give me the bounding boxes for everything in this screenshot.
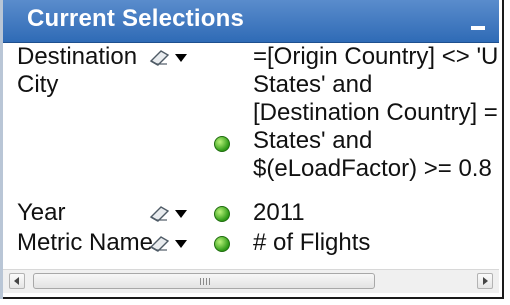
selection-value-line: $(eLoadFactor) >= 0.8 bbox=[253, 155, 492, 182]
selection-row-metric-name: Metric Name # of Flights bbox=[3, 229, 499, 257]
field-name-line-2: City bbox=[17, 71, 59, 98]
chevron-left-icon bbox=[14, 277, 19, 285]
dropdown-arrow-icon[interactable] bbox=[175, 54, 187, 62]
title-bar[interactable]: Current Selections bbox=[3, 0, 499, 43]
eraser-icon[interactable] bbox=[147, 233, 171, 253]
eraser-icon[interactable] bbox=[147, 47, 171, 67]
selection-value: 2011 bbox=[253, 199, 305, 226]
selection-value-line: States' and bbox=[253, 127, 373, 154]
current-selections-window: Current Selections Destination City =[Or… bbox=[0, 0, 504, 299]
selection-value: # of Flights bbox=[253, 229, 371, 256]
green-dot-icon bbox=[214, 206, 230, 222]
minimize-icon[interactable] bbox=[469, 14, 487, 32]
grip-line bbox=[203, 278, 204, 285]
dropdown-arrow-icon[interactable] bbox=[175, 210, 187, 218]
field-name-line-1: Destination bbox=[17, 43, 138, 70]
eraser-icon[interactable] bbox=[147, 203, 171, 223]
scroll-left-button[interactable] bbox=[9, 273, 25, 289]
green-dot-icon bbox=[214, 236, 230, 252]
dropdown-arrow-icon[interactable] bbox=[175, 240, 187, 248]
grip-line bbox=[209, 278, 210, 285]
green-dot-icon bbox=[214, 136, 230, 152]
field-name: Metric Name bbox=[17, 229, 154, 256]
scroll-right-button[interactable] bbox=[477, 273, 493, 289]
grip-line bbox=[206, 278, 207, 285]
field-name: Year bbox=[17, 199, 66, 226]
selection-row-destination-city: Destination City =[Origin Country] <> 'U… bbox=[3, 43, 499, 183]
selection-value-line: =[Origin Country] <> 'United bbox=[253, 43, 499, 70]
selection-value-line: [Destination Country] = 'United bbox=[253, 99, 499, 126]
selection-row-year: Year 2011 bbox=[3, 199, 499, 227]
scrollbar-thumb[interactable] bbox=[33, 273, 375, 289]
selections-list: Destination City =[Origin Country] <> 'U… bbox=[3, 43, 499, 258]
panel-title: Current Selections bbox=[27, 5, 244, 32]
grip-line bbox=[200, 278, 201, 285]
chevron-right-icon bbox=[483, 277, 488, 285]
selection-value-line: States' and bbox=[253, 71, 373, 98]
horizontal-scrollbar[interactable] bbox=[3, 269, 499, 293]
